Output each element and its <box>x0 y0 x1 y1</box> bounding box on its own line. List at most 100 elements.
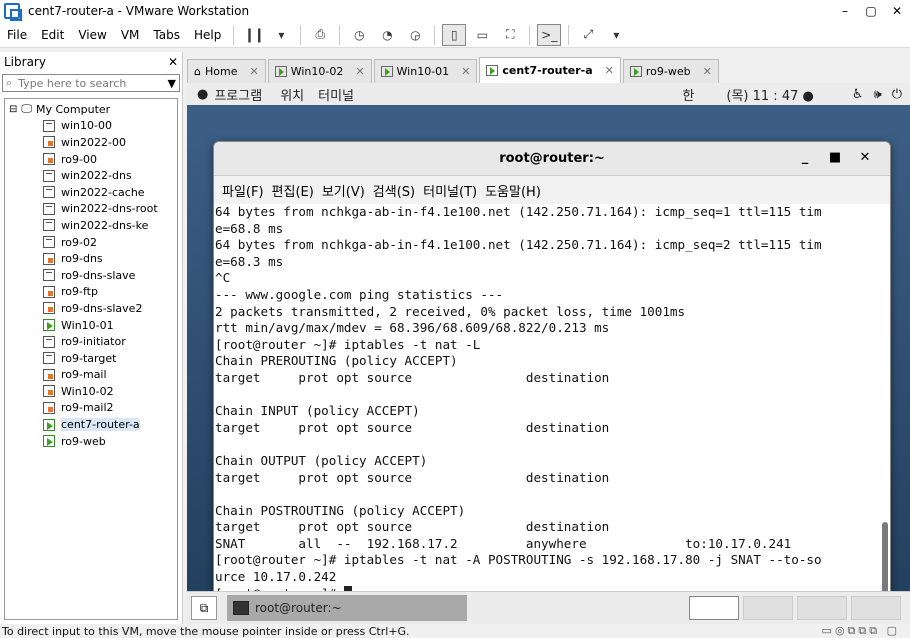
guest-desktop[interactable]: root@router:~ _ ■ ✕ 파일(F) 편집(E) 보기(V) 검색… <box>187 105 910 591</box>
gnome-clock[interactable]: (목) 11 : 47 ● <box>726 85 813 104</box>
library-item-label: ro9-dns-slave2 <box>61 301 143 315</box>
terminal-menu-edit[interactable]: 편집(E) <box>272 181 314 200</box>
menu-edit[interactable]: Edit <box>34 28 71 42</box>
full-screen-icon[interactable]: ⛶ <box>498 24 522 46</box>
vm-running-icon <box>380 66 393 77</box>
terminal-icon <box>233 601 249 615</box>
library-item-Win10-01[interactable]: Win10-01 <box>5 317 177 334</box>
terminal-line: --- www.google.com ping statistics --- <box>215 286 504 302</box>
gnome-apps-menu[interactable]: 프로그램 <box>214 85 262 104</box>
library-item-win2022-dns[interactable]: win2022-dns <box>5 167 177 184</box>
device-icons[interactable]: ▭◎⧉⧉⧉ ▢ <box>822 624 900 638</box>
library-item-ro9-dns-slave[interactable]: ro9-dns-slave <box>5 267 177 284</box>
library-item-label: win2022-00 <box>61 135 126 149</box>
menu-tabs[interactable]: Tabs <box>146 28 187 42</box>
library-item-ro9-mail2[interactable]: ro9-mail2 <box>5 400 177 417</box>
stretch-guest-icon[interactable]: ⤢ <box>576 24 600 46</box>
tab-close-icon[interactable]: ✕ <box>461 65 470 78</box>
terminal-window[interactable]: root@router:~ _ ■ ✕ 파일(F) 편집(E) 보기(V) 검색… <box>213 141 891 591</box>
library-item-ro9-ftp[interactable]: ro9-ftp <box>5 284 177 301</box>
menu-view[interactable]: View <box>71 28 113 42</box>
library-item-ro9-02[interactable]: ro9-02 <box>5 234 177 251</box>
terminal-maximize-icon[interactable]: ■ <box>820 150 850 165</box>
workspace-2[interactable] <box>743 596 793 620</box>
input-method-indicator[interactable]: 한 <box>682 85 694 104</box>
terminal-menu-help[interactable]: 도움말(H) <box>485 181 541 200</box>
close-button[interactable]: ✕ <box>884 4 910 18</box>
library-item-ro9-target[interactable]: ro9-target <box>5 350 177 367</box>
revert-snapshot-icon[interactable]: ◔ <box>375 24 399 46</box>
workspace-3[interactable] <box>797 596 847 620</box>
library-item-ro9-dns[interactable]: ro9-dns <box>5 250 177 267</box>
library-item-win10-00[interactable]: win10-00 <box>5 118 177 135</box>
terminal-menu-view[interactable]: 보기(V) <box>322 181 365 200</box>
tab-close-icon[interactable]: ✕ <box>249 65 258 78</box>
power-icon[interactable]: ⏻ <box>892 87 902 102</box>
console-view-icon[interactable]: >_ <box>537 23 562 46</box>
chevron-down-icon[interactable]: ▼ <box>168 77 176 90</box>
vm-console[interactable]: ● 프로그램 위치 터미널 한 (목) 11 : 47 ● ♿ 🕪 ⏻ root… <box>187 83 910 591</box>
terminal-line: Chain PREROUTING (policy ACCEPT) <box>215 353 458 369</box>
tab-close-icon[interactable]: ✕ <box>703 65 712 78</box>
library-item-label: ro9-mail <box>61 368 107 382</box>
terminal-menu-search[interactable]: 검색(S) <box>373 181 415 200</box>
tab-Win10-01[interactable]: Win10-01 ✕ <box>373 59 478 83</box>
library-item-ro9-web[interactable]: ro9-web <box>5 433 177 450</box>
menu-help[interactable]: Help <box>187 28 228 42</box>
volume-icon[interactable]: 🕪 <box>874 87 882 102</box>
tree-root-my-computer[interactable]: ⊟ 🖵 My Computer <box>5 101 177 118</box>
terminal-output[interactable]: 64 bytes from nchkga-ab-in-f4.1e100.net … <box>214 204 876 591</box>
library-search-input[interactable]: ⌕ Type here to search ▼ <box>2 74 180 92</box>
library-item-cent7-router-a[interactable]: cent7-router-a <box>5 416 177 433</box>
accessibility-icon[interactable]: ♿ <box>852 87 864 102</box>
menu-vm[interactable]: VM <box>114 28 147 42</box>
tab-close-icon[interactable]: ✕ <box>605 64 614 77</box>
library-item-ro9-mail[interactable]: ro9-mail <box>5 367 177 384</box>
library-item-win2022-dns-ke[interactable]: win2022-dns-ke <box>5 217 177 234</box>
gnome-top-bar: ● 프로그램 위치 터미널 한 (목) 11 : 47 ● ♿ 🕪 ⏻ <box>187 83 910 105</box>
restore-button[interactable]: ▢ <box>858 4 884 18</box>
tab-Home[interactable]: ⌂ Home ✕ <box>187 59 266 83</box>
library-item-win2022-dns-root[interactable]: win2022-dns-root <box>5 201 177 218</box>
snapshot-icon[interactable]: ◷ <box>347 24 371 46</box>
library-item-ro9-dns-slave2[interactable]: ro9-dns-slave2 <box>5 300 177 317</box>
library-item-win2022-cache[interactable]: win2022-cache <box>5 184 177 201</box>
tab-Win10-02[interactable]: Win10-02 ✕ <box>267 59 372 83</box>
terminal-close-icon[interactable]: ✕ <box>850 150 880 165</box>
thumbnail-bar-icon[interactable]: ▭ <box>470 24 494 46</box>
terminal-line: Chain INPUT (policy ACCEPT) <box>215 403 420 419</box>
gnome-places-menu[interactable]: 위치 <box>280 85 304 104</box>
taskbar-terminal-item[interactable]: root@router:~ <box>227 595 467 621</box>
library-item-ro9-00[interactable]: ro9-00 <box>5 151 177 168</box>
library-close-icon[interactable]: ✕ <box>168 55 178 69</box>
terminal-menu-terminal[interactable]: 터미널(T) <box>423 181 477 200</box>
library-item-Win10-02[interactable]: Win10-02 <box>5 383 177 400</box>
library-item-ro9-initiator[interactable]: ro9-initiator <box>5 333 177 350</box>
menu-file[interactable]: File <box>0 28 34 42</box>
snapshot-manager-icon[interactable]: ◶ <box>403 24 427 46</box>
tab-close-icon[interactable]: ✕ <box>355 65 364 78</box>
vm-icon <box>43 219 55 232</box>
scrollbar-thumb[interactable] <box>882 522 888 591</box>
vm-icon <box>43 352 55 365</box>
send-ctrl-alt-del-icon[interactable]: ⎙ <box>308 24 332 46</box>
pause-icon[interactable]: ❙❙ <box>241 24 265 46</box>
show-library-icon[interactable]: ▯ <box>442 23 467 46</box>
collapse-icon[interactable]: ⊟ <box>9 104 17 115</box>
tab-cent7-router-a[interactable]: cent7-router-a ✕ <box>479 57 621 83</box>
gnome-terminal-menu[interactable]: 터미널 <box>318 85 354 104</box>
terminal-menu-file[interactable]: 파일(F) <box>222 181 264 200</box>
show-desktop-icon[interactable]: ⧉ <box>191 596 217 620</box>
toolbar-separator <box>300 24 302 45</box>
terminal-line: e=68.3 ms <box>215 253 284 269</box>
workspace-4[interactable] <box>851 596 901 620</box>
terminal-scrollbar[interactable] <box>880 204 888 591</box>
chevron-down-icon[interactable]: ▾ <box>269 24 293 46</box>
library-item-win2022-00[interactable]: win2022-00 <box>5 134 177 151</box>
workspace-1[interactable] <box>689 596 739 620</box>
terminal-minimize-icon[interactable]: _ <box>790 150 820 165</box>
chevron-down-icon[interactable]: ▾ <box>604 24 628 46</box>
tab-ro9-web[interactable]: ro9-web ✕ <box>622 59 719 83</box>
menu-bar: File Edit View VM Tabs Help ❙❙ ▾ ⎙ ◷ ◔ ◶… <box>0 22 910 48</box>
minimize-button[interactable]: – <box>832 4 858 18</box>
